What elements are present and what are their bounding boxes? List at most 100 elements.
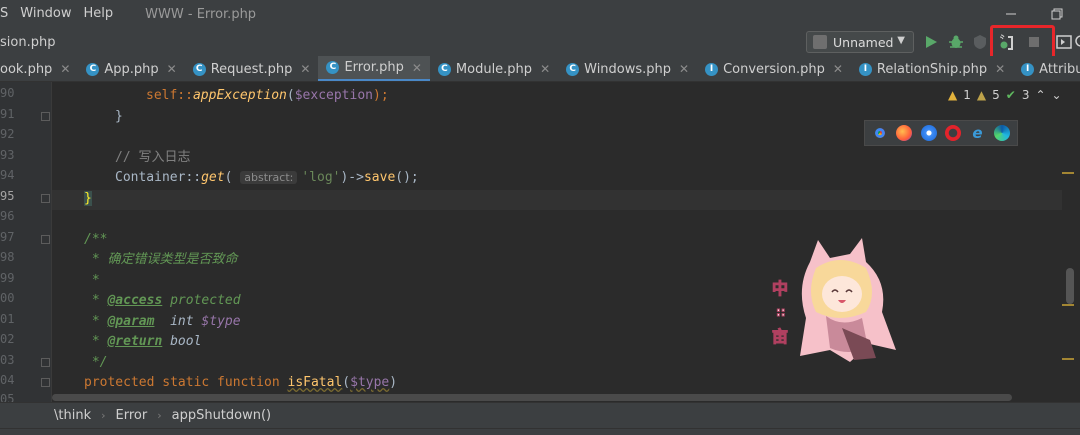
- code-token: $type: [201, 314, 241, 329]
- fold-marker-icon[interactable]: [41, 358, 50, 367]
- nav-breadcrumb-file[interactable]: sion.php: [0, 35, 55, 50]
- line-number: 96: [0, 209, 15, 223]
- code-token: isFatal: [287, 375, 343, 390]
- line-number: 92: [0, 127, 15, 141]
- code-token: int: [154, 314, 202, 329]
- php-class-icon: C: [326, 61, 340, 74]
- minimize-icon: [1006, 13, 1016, 15]
- close-icon[interactable]: ✕: [300, 62, 310, 76]
- php-interface-icon: I: [858, 62, 872, 76]
- close-icon[interactable]: ✕: [995, 62, 1005, 76]
- navigation-bar: sion.php Unnamed ▼: [0, 28, 1080, 56]
- code-token: protected: [162, 293, 241, 308]
- code-token: save: [363, 170, 396, 185]
- code-editor[interactable]: 90 91 92 93 94 95 96 97 98 99 00 01 02 0…: [0, 82, 1080, 406]
- breadcrumb-class[interactable]: Error: [116, 408, 148, 423]
- fold-marker-icon[interactable]: [41, 112, 50, 121]
- code-line-103: */: [84, 355, 108, 370]
- tab-conversion-php[interactable]: I Conversion.php ✕: [697, 56, 851, 81]
- chevron-up-icon[interactable]: ⌃: [1035, 88, 1045, 102]
- opera-icon[interactable]: [945, 125, 962, 141]
- check-icon: ✔: [1005, 88, 1016, 102]
- tab-windows-php[interactable]: C Windows.php ✕: [558, 56, 697, 81]
- restore-icon: [1051, 8, 1063, 20]
- inspection-widget[interactable]: ▲ 1 ▲ 5 ✔ 3 ⌃ ⌄: [948, 88, 1068, 102]
- window-title: WWW - Error.php: [145, 6, 257, 22]
- open-in-browser-bar: e: [864, 120, 1018, 146]
- code-token: get: [201, 170, 225, 185]
- code-line-101: * @param int $type: [84, 314, 241, 329]
- tab-module-php[interactable]: C Module.php ✕: [430, 56, 558, 81]
- fold-marker-icon[interactable]: [41, 194, 50, 203]
- php-class-icon: C: [437, 62, 451, 76]
- parameter-hint: abstract:: [240, 171, 298, 184]
- code-token: protected static function: [84, 375, 288, 390]
- chevron-down-icon[interactable]: ⌄: [1052, 88, 1062, 102]
- close-icon[interactable]: ✕: [412, 61, 422, 75]
- tab-ook-php[interactable]: ook.php ✕: [0, 56, 78, 81]
- php-class-icon: C: [566, 62, 580, 76]
- safari-icon[interactable]: [920, 125, 937, 141]
- close-icon[interactable]: ✕: [167, 62, 177, 76]
- current-line-highlight: [52, 190, 1062, 210]
- scroll-marker[interactable]: [1062, 358, 1074, 360]
- restore-button[interactable]: [1034, 0, 1080, 28]
- anime-mascot-sticker: 中 :: 亩: [772, 238, 896, 362]
- chrome-icon[interactable]: [872, 125, 889, 141]
- line-number: 99: [0, 271, 15, 285]
- line-number: 91: [0, 107, 15, 121]
- code-breadcrumb-bar: \think › Error › appShutdown(): [0, 402, 1080, 428]
- search-everywhere-button[interactable]: [1074, 33, 1080, 51]
- line-number: 03: [0, 353, 15, 367]
- horizontal-scrollbar[interactable]: [52, 394, 1012, 401]
- minimize-button[interactable]: [988, 0, 1034, 28]
- scroll-marker[interactable]: [1062, 304, 1074, 306]
- php-interface-icon: I: [1021, 62, 1035, 76]
- ok-count: 3: [1021, 88, 1030, 102]
- menu-item-s[interactable]: S: [0, 0, 14, 28]
- code-token: bool: [162, 334, 202, 349]
- menu-item-window[interactable]: Window: [14, 0, 77, 28]
- line-number: 98: [0, 250, 15, 264]
- menu-item-help[interactable]: Help: [78, 0, 120, 28]
- close-icon[interactable]: ✕: [679, 62, 689, 76]
- code-line-102: * @return bool: [84, 334, 202, 349]
- tab-relationship-php[interactable]: I RelationShip.php ✕: [851, 56, 1013, 81]
- code-token: $exception: [294, 88, 373, 103]
- internet-explorer-icon[interactable]: e: [969, 125, 985, 141]
- coverage-button[interactable]: [971, 33, 989, 51]
- code-token: appException: [192, 88, 287, 103]
- close-icon[interactable]: ✕: [833, 62, 843, 76]
- project-view-button[interactable]: [1055, 33, 1073, 51]
- status-bar: [0, 428, 1080, 435]
- run-config-icon: [813, 35, 827, 49]
- menu-bar: S Window Help WWW - Error.php: [0, 0, 1080, 28]
- run-configuration-select[interactable]: Unnamed ▼: [806, 31, 914, 53]
- line-number-current: 95: [0, 189, 15, 203]
- fold-marker-icon[interactable]: [41, 378, 50, 387]
- tab-app-php[interactable]: C App.php ✕: [78, 56, 184, 81]
- code-line-95: }: [84, 189, 92, 209]
- matched-brace: }: [84, 191, 92, 206]
- tab-request-php[interactable]: C Request.php ✕: [185, 56, 319, 81]
- warning-icon: ▲: [948, 88, 958, 102]
- code-line-94: Container::get( abstract:'log')->save();: [115, 170, 419, 185]
- firefox-icon[interactable]: [896, 125, 913, 141]
- close-icon[interactable]: ✕: [60, 62, 70, 76]
- run-button[interactable]: [922, 33, 940, 51]
- tab-error-php[interactable]: C Error.php ✕: [318, 56, 430, 81]
- debug-button[interactable]: [947, 33, 965, 51]
- scroll-marker[interactable]: [1062, 172, 1074, 174]
- tab-attribute-php[interactable]: I Attribute.php: [1013, 56, 1080, 81]
- breadcrumb-method[interactable]: appShutdown(): [172, 408, 272, 423]
- vertical-scrollbar[interactable]: [1066, 268, 1074, 304]
- breadcrumb-namespace[interactable]: \think: [54, 408, 91, 423]
- tab-label: Request.php: [210, 61, 293, 77]
- edge-icon[interactable]: [993, 125, 1010, 141]
- close-icon[interactable]: ✕: [540, 62, 550, 76]
- line-number: 93: [0, 148, 15, 162]
- tab-label: Module.php: [455, 61, 533, 77]
- fold-marker-icon[interactable]: [41, 235, 50, 244]
- tab-label: Conversion.php: [723, 61, 825, 77]
- warning-count: 1: [963, 88, 971, 102]
